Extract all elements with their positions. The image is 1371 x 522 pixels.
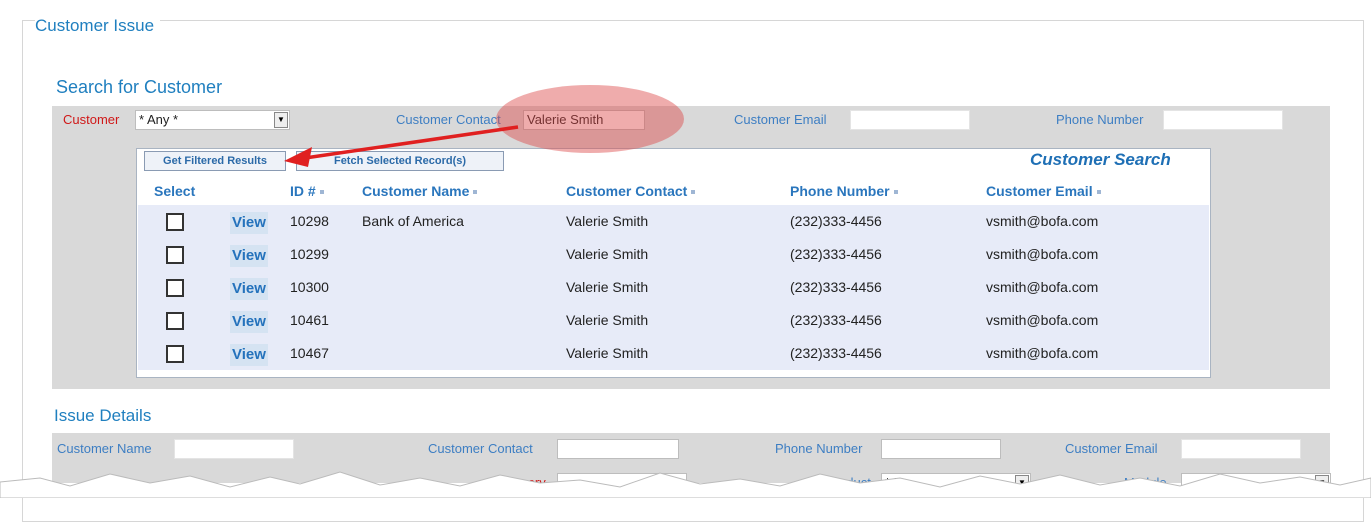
issue-details-title: Issue Details [54, 406, 152, 425]
annotation-arrow [284, 125, 519, 167]
arrow-head [284, 147, 312, 167]
arrow-line [304, 125, 519, 160]
torn-edge-path [0, 471, 1371, 498]
torn-edge-decoration [0, 471, 1371, 498]
